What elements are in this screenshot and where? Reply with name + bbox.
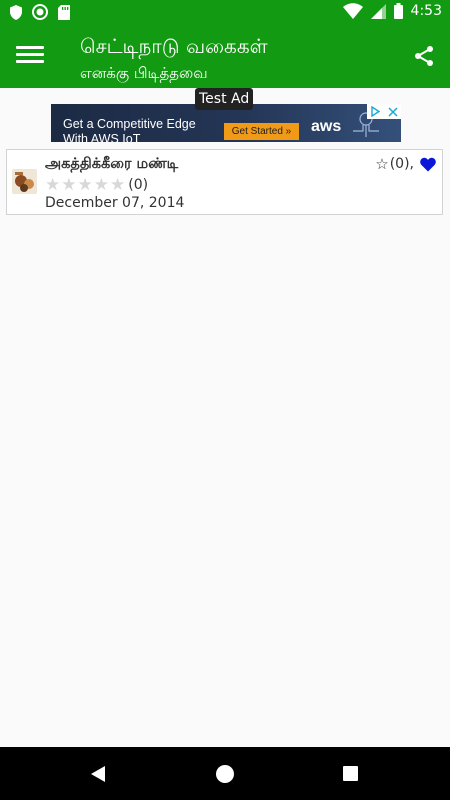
- heart-icon[interactable]: [420, 157, 436, 172]
- adchoices-icon[interactable]: [367, 104, 384, 119]
- recent-apps-icon[interactable]: [343, 766, 358, 781]
- recipe-thumbnail: [12, 169, 37, 194]
- hamburger-menu-icon[interactable]: [16, 42, 44, 70]
- list-item[interactable]: அகத்திக்கீரை மண்டி ★ ★ ★ ★ ★ (0) Decembe…: [6, 149, 443, 215]
- rating-count: (0): [128, 177, 149, 193]
- page-subtitle: எனக்கு பிடித்தவை: [80, 64, 208, 82]
- star-rating[interactable]: ★ ★ ★ ★ ★ (0): [45, 176, 148, 194]
- star-outline-icon: ☆: [375, 155, 389, 173]
- star-icon: ★: [77, 175, 93, 195]
- star-icon: ★: [110, 175, 126, 195]
- back-icon[interactable]: [90, 765, 106, 783]
- battery-icon: [393, 3, 403, 19]
- home-icon[interactable]: [216, 765, 234, 783]
- close-ad-icon[interactable]: [384, 104, 401, 119]
- circle-icon: [32, 4, 48, 20]
- app-bar: செட்டிநாடு வகைகள் எனக்கு பிடித்தவை: [0, 24, 450, 88]
- recipe-title: அகத்திக்கீரை மண்டி: [45, 156, 179, 172]
- star-icon: ★: [61, 175, 77, 195]
- share-icon[interactable]: [412, 44, 436, 68]
- signal-icon: [370, 3, 386, 19]
- page-title: செட்டிநாடு வகைகள்: [80, 34, 268, 58]
- star-icon: ★: [93, 175, 109, 195]
- recipe-date: December 07, 2014: [45, 195, 185, 211]
- sd-card-icon: [58, 4, 70, 20]
- status-time: 4:53: [410, 3, 442, 19]
- ad-headline: Get a Competitive Edge: [63, 117, 196, 131]
- shield-icon: [10, 4, 22, 20]
- ad-brand: aws: [311, 118, 342, 135]
- test-ad-label: Test Ad: [195, 88, 254, 110]
- star-icon: ★: [45, 175, 61, 195]
- favorite-count: (0),: [389, 156, 414, 172]
- wifi-icon: [342, 3, 363, 19]
- ad-subline: With AWS IoT: [63, 132, 141, 142]
- status-bar: 4:53: [0, 0, 450, 24]
- ad-cta-button[interactable]: Get Started »: [224, 123, 299, 140]
- navigation-bar: [0, 747, 450, 800]
